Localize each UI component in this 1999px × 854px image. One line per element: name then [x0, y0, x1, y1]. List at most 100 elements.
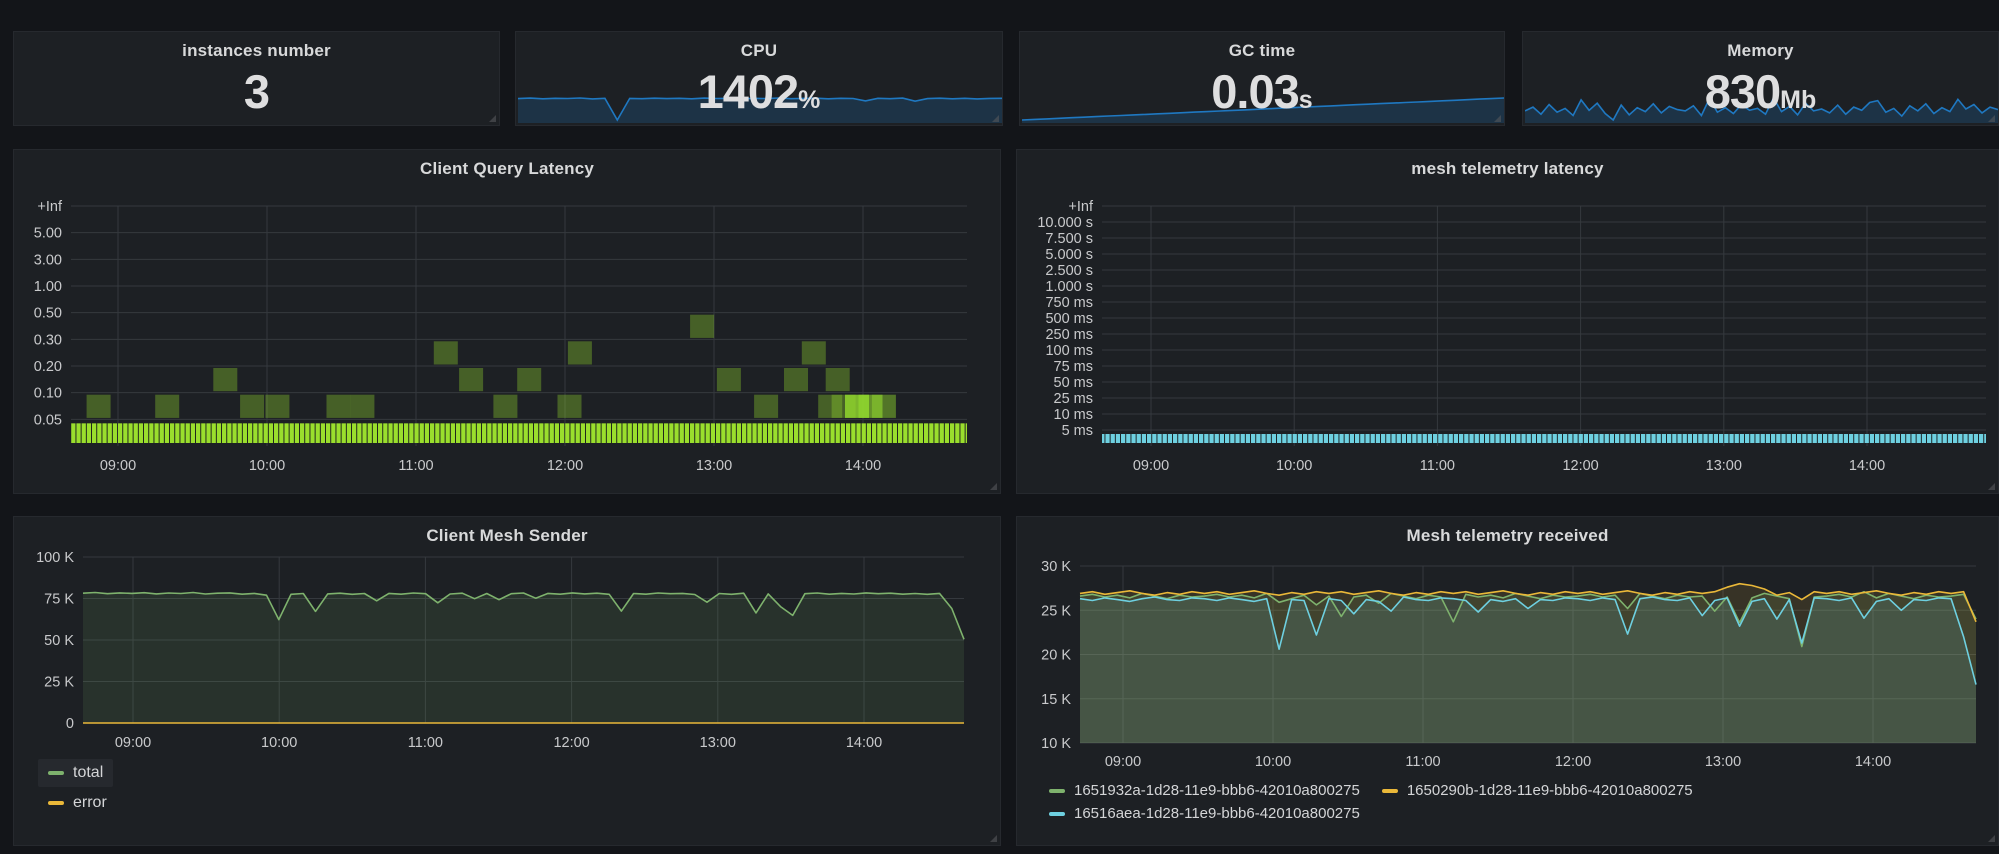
y-tick-label: 3.00	[34, 252, 62, 268]
stat-value: 1402%	[516, 68, 1002, 115]
y-tick-label: 0.20	[34, 359, 62, 375]
legend-item-instance-1651932a[interactable]: 1651932a-1d28-11e9-bbb6-42010a800275	[1045, 779, 1364, 802]
y-tick-label: 10 ms	[1054, 407, 1094, 423]
y-tick-label: 0.10	[34, 386, 62, 402]
heatmap-cell	[517, 368, 541, 391]
y-tick-label: 10 K	[1041, 736, 1071, 752]
total-series-dash-icon	[48, 771, 64, 775]
heatmap-cell	[690, 315, 714, 338]
y-tick-label: 7.500 s	[1045, 231, 1093, 247]
legend-label: error	[73, 794, 107, 812]
series-dash-icon	[1049, 789, 1065, 793]
heatmap-cell	[265, 395, 289, 418]
heatmap-cell	[459, 368, 483, 391]
heatmap-cell	[493, 395, 517, 418]
panel-resize-handle[interactable]	[990, 835, 997, 842]
heatmap-chart: 09:0010:0011:0012:0013:0014:00+Inf5.003.…	[14, 150, 1002, 495]
panel-client-mesh-sender: Client Mesh Sender total error 09:0010:0…	[13, 516, 1001, 846]
heatmap-cell	[754, 395, 778, 418]
x-tick-label: 10:00	[1255, 754, 1291, 770]
stat-value: 3	[14, 68, 499, 115]
y-tick-label: 2.500 s	[1045, 263, 1093, 279]
series-fill	[83, 593, 964, 724]
x-tick-label: 12:00	[1555, 754, 1591, 770]
heatmap-cell	[213, 368, 237, 391]
panel-resize-handle[interactable]	[1988, 835, 1995, 842]
panel-resize-handle[interactable]	[990, 483, 997, 490]
stat-value: 830Mb	[1523, 68, 1998, 115]
heatmap-cell	[717, 368, 741, 391]
stat-value: 0.03s	[1020, 68, 1504, 115]
heatmap-chart: 09:0010:0011:0012:0013:0014:00+Inf10.000…	[1017, 150, 1999, 495]
heatmap-bottom-band	[1102, 434, 1986, 443]
heatmap-cell	[327, 395, 351, 418]
y-tick-label: 5.00	[34, 226, 62, 242]
legend-item-instance-16516aea[interactable]: 16516aea-1d28-11e9-bbb6-42010a800275	[1045, 802, 1364, 825]
panel-client-query-latency: Client Query Latency 09:0010:0011:0012:0…	[13, 149, 1001, 494]
panel-title[interactable]: instances number	[14, 32, 499, 61]
grafana-dashboard: instances number 3 CPU 1402% GC time 0.0…	[0, 0, 1999, 854]
stat-value-number: 0.03	[1211, 65, 1298, 118]
series-dash-icon	[1382, 789, 1398, 793]
legend: 1651932a-1d28-11e9-bbb6-42010a800275 165…	[1045, 779, 1697, 825]
panel-resize-handle[interactable]	[992, 115, 999, 122]
panel-resize-handle[interactable]	[489, 115, 496, 122]
panel-gc-time: GC time 0.03s	[1019, 31, 1505, 126]
y-tick-label: 75 ms	[1054, 359, 1094, 375]
panel-title[interactable]: Client Query Latency	[14, 150, 1000, 179]
panel-mesh-telemetry-latency: mesh telemetry latency 09:00 10:00 11:00 12…	[1016, 149, 1999, 494]
panel-instances-number: instances number 3	[13, 31, 500, 126]
y-tick-label: 1.00	[34, 279, 62, 295]
x-tick-label: 11:00	[1420, 458, 1455, 474]
x-tick-label: 10:00	[249, 458, 285, 474]
x-tick-label: 09:00	[1133, 458, 1169, 474]
y-tick-label: 30 K	[1041, 559, 1071, 575]
y-tick-label: 15 K	[1041, 692, 1071, 708]
legend-item-instance-1650290b[interactable]: 1650290b-1d28-11e9-bbb6-42010a800275	[1378, 779, 1697, 802]
panel-resize-handle[interactable]	[1494, 115, 1501, 122]
error-series-dash-icon	[48, 801, 64, 805]
legend-item-total[interactable]: total	[38, 759, 113, 787]
y-tick-label: 750 ms	[1045, 295, 1093, 311]
y-tick-label: 500 ms	[1045, 311, 1093, 327]
legend-label: 1651932a-1d28-11e9-bbb6-42010a800275	[1074, 782, 1360, 799]
panel-title[interactable]: mesh telemetry latency	[1017, 150, 1998, 179]
panel-title[interactable]: CPU	[516, 32, 1002, 61]
panel-cpu: CPU 1402%	[515, 31, 1003, 126]
x-tick-label: 12:00	[553, 735, 589, 751]
y-tick-label: 25 K	[44, 675, 74, 691]
stat-value-number: 3	[244, 65, 269, 118]
heatmap-cell	[802, 341, 826, 364]
panel-title[interactable]: Client Mesh Sender	[14, 517, 1000, 546]
y-tick-label: 250 ms	[1045, 327, 1093, 343]
series-fill	[1080, 597, 1976, 743]
y-tick-label: 100 ms	[1045, 343, 1093, 359]
heatmap-cell	[558, 395, 582, 418]
panel-title[interactable]: GC time	[1020, 32, 1504, 61]
heatmap-bottom-band	[71, 423, 967, 443]
stat-value-number: 830	[1705, 65, 1780, 118]
legend-label: total	[73, 764, 103, 782]
y-tick-label: 0	[66, 716, 74, 732]
x-tick-label: 13:00	[1706, 458, 1742, 474]
x-tick-label: 09:00	[100, 458, 136, 474]
heatmap-cell	[872, 395, 896, 418]
panel-title[interactable]: Mesh telemetry received	[1017, 517, 1998, 546]
y-tick-label: 5 ms	[1062, 423, 1093, 439]
x-tick-label: 14:00	[1855, 754, 1891, 770]
panel-resize-handle[interactable]	[1988, 115, 1995, 122]
y-tick-label: +Inf	[1068, 199, 1094, 215]
panel-title[interactable]: Memory	[1523, 32, 1998, 61]
x-tick-label: 12:00	[1562, 458, 1598, 474]
y-tick-label: 100 K	[36, 550, 74, 566]
y-tick-label: 0.05	[34, 412, 62, 428]
x-tick-label: 09:00	[1105, 754, 1141, 770]
y-tick-label: 25 ms	[1054, 391, 1094, 407]
y-tick-label: 75 K	[44, 592, 74, 608]
legend: total error	[38, 759, 117, 817]
x-tick-label: 10:00	[1276, 458, 1312, 474]
panel-resize-handle[interactable]	[1988, 483, 1995, 490]
y-tick-label: 10.000 s	[1037, 215, 1093, 231]
legend-item-error[interactable]: error	[38, 789, 117, 817]
x-tick-label: 11:00	[408, 735, 443, 751]
